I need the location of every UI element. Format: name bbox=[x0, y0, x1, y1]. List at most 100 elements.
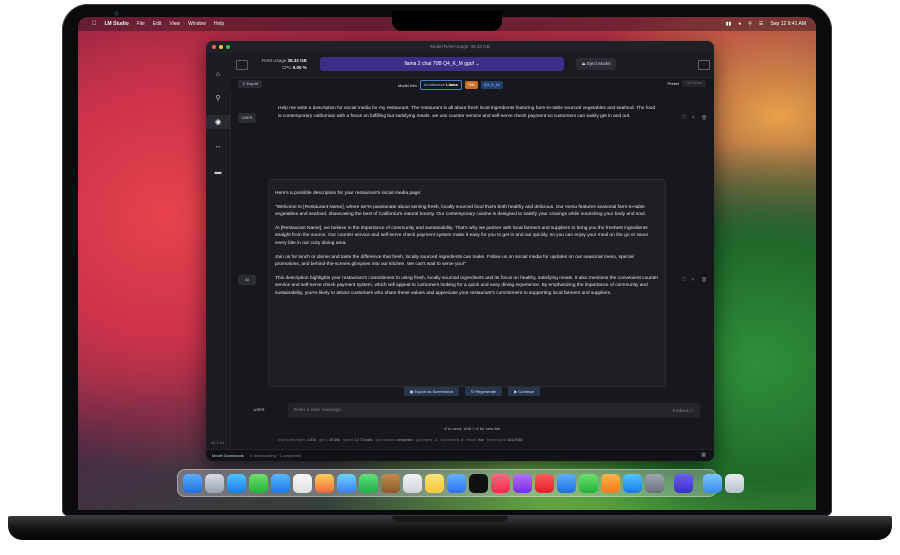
laptop-base-notch bbox=[392, 516, 508, 522]
camera-notch bbox=[392, 11, 502, 31]
search-models-icon[interactable]: ⚲ bbox=[206, 91, 230, 105]
menu-help[interactable]: Help bbox=[214, 21, 224, 27]
quantization-badge: Q4_K_M bbox=[480, 81, 503, 89]
apple-tv-icon[interactable] bbox=[469, 473, 488, 493]
apple-icon[interactable]:  bbox=[92, 21, 97, 27]
ai-paragraph: This description highlights your restaur… bbox=[275, 275, 659, 296]
model-downloads-button[interactable]: Model Downloads bbox=[212, 453, 244, 458]
eject-model-button[interactable]: ⏏ Eject Model bbox=[576, 58, 616, 70]
trash-icon[interactable] bbox=[725, 473, 744, 493]
delete-icon[interactable]: 🗑 bbox=[701, 115, 707, 121]
left-panel-toggle-icon[interactable] bbox=[236, 60, 248, 70]
calendar-icon[interactable] bbox=[293, 473, 312, 493]
model-selector[interactable]: llama 2 chat 70B Q4_K_M gguf ⌄ bbox=[320, 57, 564, 71]
menu-window[interactable]: Window bbox=[188, 21, 206, 27]
copy-icon[interactable]: ❐ bbox=[681, 277, 685, 283]
export-screenshot-button[interactable]: ▣ Export as Screenshot bbox=[403, 387, 459, 396]
system-settings-icon[interactable] bbox=[645, 473, 664, 493]
model-info-bar: ↧ Export Model Info Architecture Llama 7… bbox=[230, 78, 714, 91]
gpu-layers-value: -1 bbox=[434, 438, 438, 442]
menu-file[interactable]: File bbox=[137, 21, 145, 27]
user-role-badge: USER bbox=[238, 113, 256, 123]
user-message: Help me write a description for social m… bbox=[278, 106, 656, 119]
notes-icon[interactable] bbox=[425, 473, 444, 493]
numbers-icon[interactable] bbox=[579, 473, 598, 493]
maps-icon[interactable] bbox=[337, 473, 356, 493]
reminders-icon[interactable] bbox=[403, 473, 422, 493]
music-icon[interactable] bbox=[491, 473, 510, 493]
continue-label: Continue bbox=[518, 389, 535, 394]
menu-edit[interactable]: Edit bbox=[153, 21, 162, 27]
search-icon[interactable]: ⚲ bbox=[748, 21, 752, 27]
export-screenshot-label: Export as Screenshot bbox=[414, 389, 453, 394]
ram-value: 38.33 GB bbox=[287, 58, 307, 63]
mail-icon[interactable] bbox=[271, 473, 290, 493]
launchpad-icon[interactable] bbox=[205, 473, 224, 493]
ai-paragraph: Join us for lunch or dinner and taste th… bbox=[275, 254, 634, 268]
preset-label: Preset bbox=[667, 81, 679, 86]
right-panel-toggle-icon[interactable] bbox=[698, 60, 710, 70]
wifi-icon[interactable]: ● bbox=[738, 21, 741, 27]
app-store-icon[interactable] bbox=[623, 473, 642, 493]
edit-icon[interactable]: ✎ bbox=[692, 115, 696, 121]
camera bbox=[114, 11, 119, 16]
token-count-label: token count: bbox=[486, 438, 507, 442]
model-name: llama 2 chat 70B Q4_K_M gguf bbox=[404, 61, 474, 67]
photos-icon[interactable] bbox=[315, 473, 334, 493]
gen-time-value: 29.36s bbox=[329, 438, 340, 442]
regenerate-label: Regenerate bbox=[475, 389, 497, 394]
lm-studio-icon[interactable] bbox=[674, 473, 693, 493]
lm-studio-window: Model RAM Usage: 38.33 GB ⌂ ⚲ ◉ ↔ ▬ v0.2… bbox=[206, 41, 714, 461]
news-icon[interactable] bbox=[535, 473, 554, 493]
downloads-folder-icon[interactable] bbox=[703, 473, 722, 493]
menu-app-name[interactable]: LM Studio bbox=[105, 21, 129, 27]
freeform-icon[interactable] bbox=[447, 473, 466, 493]
speed-value: 12.70 tok/s bbox=[354, 438, 373, 442]
menu-view[interactable]: View bbox=[169, 21, 180, 27]
cpu-value: 9.00 % bbox=[292, 65, 307, 70]
chat-icon[interactable]: ◉ bbox=[206, 115, 230, 129]
status-bar: Model Downloads 0 downloading · 1 comple… bbox=[206, 449, 714, 461]
control-center-icon[interactable]: ☰ bbox=[759, 21, 763, 27]
top-bar: RAM Usage 38.33 GB CPU 9.00 % llama 2 ch… bbox=[230, 53, 714, 78]
preset-select[interactable]: No Preset bbox=[682, 80, 706, 87]
ai-paragraph: "Welcome to [Restaurant Name], where we'… bbox=[275, 204, 646, 218]
server-icon[interactable]: ↔ bbox=[206, 139, 230, 153]
finder-icon[interactable] bbox=[183, 473, 202, 493]
battery-icon[interactable]: ▮▮ bbox=[726, 21, 732, 27]
pages-icon[interactable] bbox=[601, 473, 620, 493]
token-count-text: 0 tokens bbox=[672, 408, 689, 413]
contacts-icon[interactable] bbox=[381, 473, 400, 493]
keynote-icon[interactable] bbox=[557, 473, 576, 493]
terminal-icon[interactable]: ▦ bbox=[701, 452, 706, 458]
stop-reason-value: completed bbox=[396, 438, 413, 442]
menu-clock[interactable]: Sep 12 9:41 AM bbox=[770, 21, 806, 27]
ttft-value: 2.87s bbox=[307, 438, 317, 442]
cpu-label: CPU bbox=[282, 65, 292, 70]
sidebar: ⌂ ⚲ ◉ ↔ ▬ v0.2.14 bbox=[206, 53, 231, 449]
message-input[interactable]: Enter a user message... 0 tokens ⓘ bbox=[288, 403, 700, 418]
messages-icon[interactable] bbox=[249, 473, 268, 493]
cpu-threads-value: 4 bbox=[461, 438, 464, 442]
ai-paragraph: At [Restaurant Name], we believe in the … bbox=[275, 225, 649, 246]
delete-icon[interactable]: 🗑 bbox=[701, 277, 707, 283]
architecture-value: Llama bbox=[446, 82, 458, 87]
input-role-label: USER bbox=[253, 407, 265, 412]
app-version: v0.2.14 bbox=[211, 440, 225, 445]
edit-icon[interactable]: ✎ bbox=[692, 277, 696, 283]
podcasts-icon[interactable] bbox=[513, 473, 532, 493]
folder-icon[interactable]: ▬ bbox=[206, 165, 230, 179]
home-icon[interactable]: ⌂ bbox=[206, 67, 230, 81]
chat-area: USER Help me write a description for soc… bbox=[230, 91, 714, 389]
copy-icon[interactable]: ❐ bbox=[681, 115, 685, 121]
dock bbox=[177, 469, 744, 497]
regenerate-button[interactable]: ↻ Regenerate bbox=[464, 387, 503, 396]
safari-icon[interactable] bbox=[227, 473, 246, 493]
continue-button[interactable]: ▶ Continue bbox=[508, 387, 541, 396]
export-button[interactable]: ↧ Export bbox=[238, 80, 263, 88]
ttft-label: time to first token: bbox=[278, 438, 307, 442]
send-hint: ⏎ to send, shift + ⏎ for new line bbox=[443, 426, 501, 431]
facetime-icon[interactable] bbox=[359, 473, 378, 493]
ai-paragraph: Here's a possible description for your r… bbox=[275, 191, 422, 196]
response-actions: ▣ Export as Screenshot ↻ Regenerate ▶ Co… bbox=[230, 387, 714, 396]
